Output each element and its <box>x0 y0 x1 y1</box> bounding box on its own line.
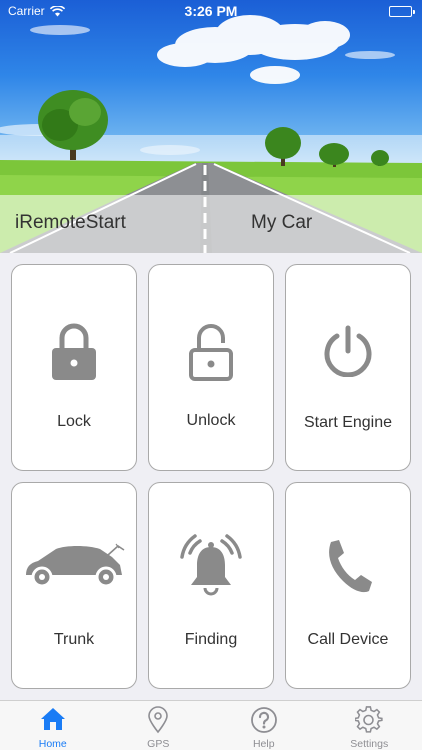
start-engine-button[interactable]: Start Engine <box>285 264 411 471</box>
status-time: 3:26 PM <box>184 3 238 19</box>
tab-home-label: Home <box>38 738 67 750</box>
start-engine-label: Start Engine <box>303 414 393 431</box>
finding-label: Finding <box>184 631 238 648</box>
phone-icon <box>329 540 372 593</box>
finding-button[interactable]: Finding <box>148 482 274 689</box>
app-name: iRemoteStart <box>15 212 126 233</box>
header-caption-bar: iRemoteStart My Car <box>0 195 422 253</box>
tab-home[interactable]: Home <box>0 701 106 750</box>
unlock-icon <box>189 324 233 381</box>
location-pin-icon <box>148 706 169 734</box>
battery-icon <box>389 6 415 17</box>
tab-help[interactable]: Help <box>211 701 317 750</box>
help-icon <box>250 707 277 733</box>
tab-settings-label: Settings <box>350 738 389 750</box>
alarm-bell-icon <box>180 534 242 596</box>
tab-help-label: Help <box>252 738 275 750</box>
tab-settings[interactable]: Settings <box>317 701 422 750</box>
header-banner: Carrier 3:26 PM iRemoteStart My Car <box>0 0 422 253</box>
power-icon <box>324 325 372 377</box>
status-bar: Carrier 3:26 PM <box>0 0 422 22</box>
gear-icon <box>355 706 383 733</box>
car-name[interactable]: My Car <box>251 212 312 234</box>
lock-icon <box>52 323 96 380</box>
unlock-button[interactable]: Unlock <box>148 264 274 471</box>
lock-button[interactable]: Lock <box>11 264 137 471</box>
home-icon <box>40 708 65 730</box>
trunk-button[interactable]: Trunk <box>11 482 137 689</box>
call-device-button[interactable]: Call Device <box>285 482 411 689</box>
trunk-label: Trunk <box>53 631 95 648</box>
tab-gps[interactable]: GPS <box>106 701 212 750</box>
tab-bar: Home GPS Help Settings <box>0 700 422 750</box>
call-device-label: Call Device <box>307 631 389 648</box>
lock-label: Lock <box>57 413 91 430</box>
car-trunk-icon <box>26 543 125 588</box>
unlock-label: Unlock <box>186 412 236 429</box>
tab-gps-label: GPS <box>147 738 170 750</box>
